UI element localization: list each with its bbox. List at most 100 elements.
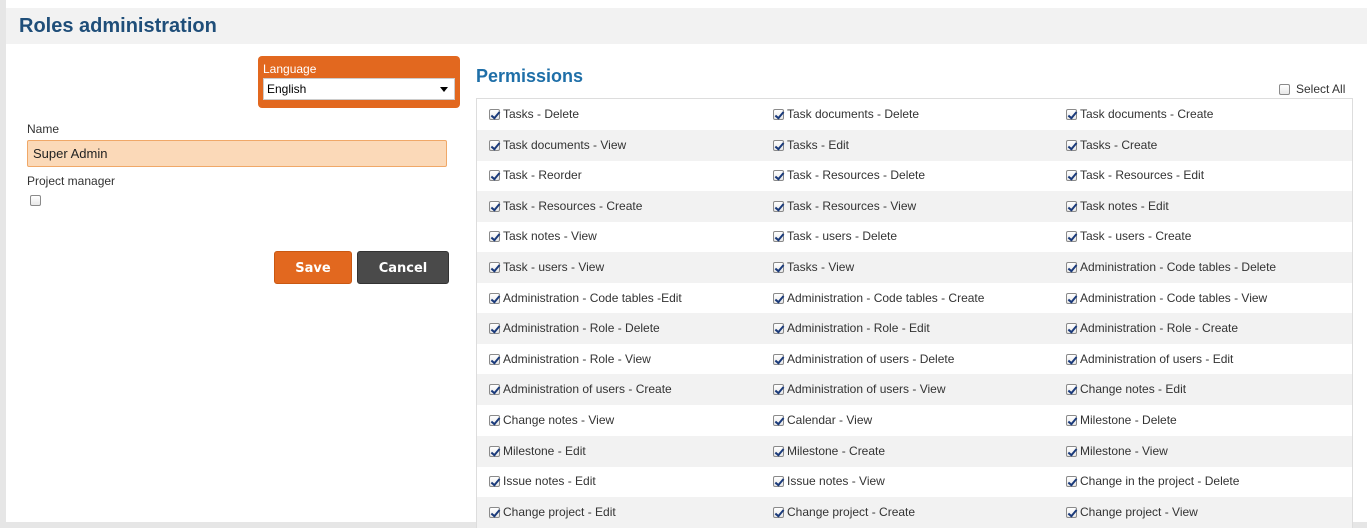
permission-item[interactable]: Tasks - Create [1066,130,1157,161]
permission-item[interactable]: Milestone - Delete [1066,405,1177,436]
permission-checkbox[interactable] [773,231,784,243]
permission-checkbox[interactable] [773,170,784,182]
permission-row: Change project - Edit Change project - Cr… [477,496,1352,528]
permission-item[interactable]: Task - Resources - Edit [1066,160,1204,191]
permission-item[interactable]: Change notes - Edit [1066,374,1186,405]
select-all[interactable]: Select All [1279,82,1345,96]
permission-checkbox[interactable] [1066,353,1077,365]
permission-checkbox[interactable] [773,384,784,396]
permission-item[interactable]: Change in the project - Delete [1066,466,1239,497]
permission-item[interactable]: Administration - Code tables - Delete [1066,252,1276,283]
permission-checkbox[interactable] [489,415,500,426]
permission-checkbox[interactable] [773,109,784,120]
page-title: Roles administration [19,15,217,37]
permission-checkbox[interactable] [489,262,500,273]
permission-item[interactable]: Administration of users - View [773,374,946,405]
permission-checkbox[interactable] [489,200,500,212]
permission-item[interactable]: Tasks - View [773,252,854,283]
permission-item[interactable]: Administration - Role - Create [1066,313,1238,344]
name-input[interactable]: Super Admin [27,140,447,167]
permission-checkbox[interactable] [1066,292,1077,304]
permission-item[interactable]: Milestone - Edit [489,436,586,467]
permission-checkbox[interactable] [1066,139,1077,151]
permission-checkbox[interactable] [773,139,784,151]
permission-checkbox[interactable] [489,170,500,182]
permission-checkbox[interactable] [489,445,500,457]
permission-item[interactable]: Tasks - Delete [489,99,579,130]
permission-checkbox[interactable] [489,231,500,243]
permission-checkbox[interactable] [1066,445,1077,457]
permission-checkbox[interactable] [1066,323,1077,335]
permission-item[interactable]: Milestone - View [1066,436,1168,467]
permission-item[interactable]: Administration of users - Create [489,374,672,405]
permission-item[interactable]: Task documents - Create [1066,99,1213,130]
permission-checkbox[interactable] [1066,170,1077,182]
permission-checkbox[interactable] [773,476,784,488]
permission-item[interactable]: Change project - Edit [489,497,616,528]
permission-checkbox[interactable] [773,200,784,212]
permission-item[interactable]: Calendar - View [773,405,872,436]
permission-item[interactable]: Issue notes - Edit [489,466,596,497]
language-select[interactable]: English [263,78,455,100]
permission-checkbox[interactable] [773,262,784,273]
permission-checkbox[interactable] [1066,415,1077,426]
permission-checkbox[interactable] [1066,262,1077,273]
permission-checkbox[interactable] [1066,506,1077,518]
permission-checkbox[interactable] [489,323,500,335]
cancel-button[interactable]: Cancel [357,251,449,284]
permission-checkbox[interactable] [1066,476,1077,488]
permission-checkbox[interactable] [773,506,784,518]
permission-item[interactable]: Task - users - View [489,252,604,283]
permission-checkbox[interactable] [489,353,500,365]
permission-item[interactable]: Change project - View [1066,497,1198,528]
permission-item[interactable]: Task - Resources - View [773,191,916,222]
permission-checkbox[interactable] [773,445,784,457]
permission-checkbox[interactable] [489,139,500,151]
permission-checkbox[interactable] [773,323,784,335]
permission-item[interactable]: Task notes - Edit [1066,191,1169,222]
save-button[interactable]: Save [274,251,352,284]
permission-item[interactable]: Task documents - View [489,130,626,161]
permission-checkbox[interactable] [489,292,500,304]
permission-item[interactable]: Administration - Role - View [489,344,651,375]
permission-item[interactable]: Tasks - Edit [773,130,849,161]
permission-checkbox[interactable] [773,353,784,365]
permission-item[interactable]: Administration of users - Delete [773,344,954,375]
permission-item[interactable]: Administration - Role - Edit [773,313,930,344]
permission-item[interactable]: Task - Reorder [489,160,582,191]
permission-item[interactable]: Task - Resources - Delete [773,160,925,191]
permission-checkbox[interactable] [1066,200,1077,212]
permission-item[interactable]: Task - users - Create [1066,221,1191,252]
permission-label: Administration of users - Edit [1080,351,1234,366]
permission-item[interactable]: Administration - Role - Delete [489,313,660,344]
permission-row: Task - Resources - Create Task - Resource… [477,190,1352,222]
permission-item[interactable]: Issue notes - View [773,466,885,497]
permission-item[interactable]: Task - users - Delete [773,221,897,252]
permission-item[interactable]: Change notes - View [489,405,614,436]
permission-checkbox[interactable] [489,476,500,488]
select-all-checkbox[interactable] [1279,84,1290,96]
permission-row: Task - users - View Tasks - View Administr… [477,252,1352,283]
permission-item[interactable]: Milestone - Create [773,436,885,467]
permission-label: Issue notes - Edit [503,474,596,489]
permission-item[interactable]: Administration - Code tables -Edit [489,283,682,314]
permission-label: Administration - Code tables -Edit [503,290,682,305]
permission-item[interactable]: Change project - Create [773,497,915,528]
permission-checkbox[interactable] [773,292,784,304]
permission-checkbox[interactable] [489,384,500,396]
language-selector-box: Language English [258,56,460,108]
permission-checkbox[interactable] [489,506,500,518]
permission-item[interactable]: Administration - Code tables - Create [773,283,984,314]
permission-item[interactable]: Task - Resources - Create [489,191,642,222]
project-manager-checkbox[interactable] [30,195,41,206]
permission-checkbox[interactable] [1066,231,1077,243]
chevron-down-icon [440,87,448,92]
permission-item[interactable]: Administration - Code tables - View [1066,283,1267,314]
permission-item[interactable]: Administration of users - Edit [1066,344,1233,375]
permission-item[interactable]: Task notes - View [489,221,597,252]
permission-checkbox[interactable] [1066,384,1077,396]
permission-checkbox[interactable] [773,415,784,426]
permission-checkbox[interactable] [489,109,500,120]
permission-checkbox[interactable] [1066,109,1077,120]
permission-item[interactable]: Task documents - Delete [773,99,919,130]
